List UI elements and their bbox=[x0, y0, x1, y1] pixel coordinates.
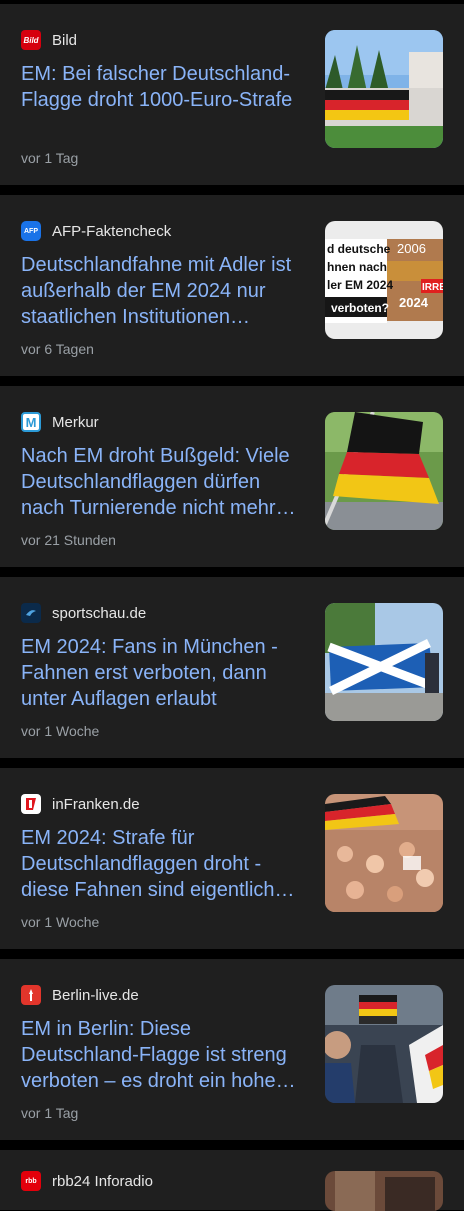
article-thumbnail[interactable] bbox=[325, 794, 443, 912]
news-card[interactable]: AFP AFP-Faktencheck Deutschlandfahne mit… bbox=[0, 195, 464, 376]
source-row: Berlin-live.de bbox=[21, 985, 139, 1005]
timestamp: vor 1 Woche bbox=[21, 914, 100, 930]
collage-year: 2006 bbox=[397, 241, 426, 256]
news-card[interactable]: inFranken.de EM 2024: Strafe für Deutsch… bbox=[0, 768, 464, 949]
merkur-logo-icon: M bbox=[21, 412, 41, 432]
rbb-logo-icon: rbb bbox=[21, 1171, 41, 1191]
flag-on-fence-photo bbox=[325, 30, 443, 148]
source-name: inFranken.de bbox=[52, 795, 140, 813]
source-row: AFP AFP-Faktencheck bbox=[21, 221, 171, 241]
collage-text-line: hnen nach bbox=[327, 260, 387, 274]
infranken-logo-icon bbox=[21, 794, 41, 814]
source-name: sportschau.de bbox=[52, 604, 147, 622]
source-row: Bild Bild bbox=[21, 30, 77, 50]
source-name: AFP-Faktencheck bbox=[52, 222, 172, 240]
headline-link[interactable]: EM in Berlin: Diese Deutschland-Flagge i… bbox=[21, 1016, 306, 1094]
news-card[interactable]: Berlin-live.de EM in Berlin: Diese Deuts… bbox=[0, 959, 464, 1140]
source-name: rbb24 Inforadio bbox=[52, 1172, 153, 1190]
source-row: inFranken.de bbox=[21, 794, 140, 814]
news-card[interactable]: sportschau.de EM 2024: Fans in München -… bbox=[0, 577, 464, 758]
headline-link[interactable]: EM: Bei falscher Deutschland-Flagge droh… bbox=[21, 61, 306, 113]
source-row: rbb rbb24 Inforadio bbox=[21, 1171, 153, 1191]
crowd-photo bbox=[325, 794, 443, 912]
source-name: Berlin-live.de bbox=[52, 986, 139, 1004]
collage-text-line: ler EM 2024 bbox=[327, 278, 393, 292]
collage-stamp: IRRE bbox=[422, 282, 443, 293]
collage-year: 2024 bbox=[399, 295, 429, 310]
scotland-flag-photo bbox=[325, 603, 443, 721]
german-flag-photo bbox=[325, 412, 443, 530]
article-thumbnail[interactable] bbox=[325, 30, 443, 148]
headline-link[interactable]: EM 2024: Strafe für Deutschlandflaggen d… bbox=[21, 825, 306, 903]
factcheck-collage: d deutsche hnen nach ler EM 2024 verbote… bbox=[325, 221, 443, 339]
headline-link[interactable]: EM 2024: Fans in München - Fahnen erst v… bbox=[21, 634, 306, 712]
source-name: Bild bbox=[52, 31, 78, 49]
article-thumbnail[interactable] bbox=[325, 412, 443, 530]
collage-text-line: verboten? bbox=[331, 301, 389, 315]
news-feed: Bild Bild EM: Bei falscher Deutschland-F… bbox=[0, 0, 464, 1211]
timestamp: vor 1 Tag bbox=[21, 1105, 79, 1121]
afp-logo-icon: AFP bbox=[21, 221, 41, 241]
source-row: M Merkur bbox=[21, 412, 99, 432]
timestamp: vor 1 Woche bbox=[21, 723, 100, 739]
berlin-live-logo-icon bbox=[21, 985, 41, 1005]
bild-logo-icon: Bild bbox=[21, 30, 41, 50]
source-name: Merkur bbox=[52, 413, 99, 431]
sportschau-logo-icon bbox=[21, 603, 41, 623]
news-card[interactable]: Bild Bild EM: Bei falscher Deutschland-F… bbox=[0, 4, 464, 185]
partial-photo bbox=[325, 1171, 443, 1211]
timestamp: vor 1 Tag bbox=[21, 150, 79, 166]
article-thumbnail[interactable] bbox=[325, 603, 443, 721]
timestamp: vor 21 Stunden bbox=[21, 532, 116, 548]
fans-photo bbox=[325, 985, 443, 1103]
news-card[interactable]: rbb rbb24 Inforadio bbox=[0, 1150, 464, 1211]
article-thumbnail[interactable] bbox=[325, 1171, 443, 1211]
timestamp: vor 6 Tagen bbox=[21, 341, 94, 357]
source-row: sportschau.de bbox=[21, 603, 146, 623]
headline-link[interactable]: Nach EM droht Bußgeld: Viele Deutschland… bbox=[21, 443, 306, 521]
article-thumbnail[interactable]: d deutsche hnen nach ler EM 2024 verbote… bbox=[325, 221, 443, 339]
collage-text-line: d deutsche bbox=[327, 242, 391, 256]
headline-link[interactable]: Deutschlandfahne mit Adler ist außerhalb… bbox=[21, 252, 306, 330]
news-card[interactable]: M Merkur Nach EM droht Bußgeld: Viele De… bbox=[0, 386, 464, 567]
article-thumbnail[interactable] bbox=[325, 985, 443, 1103]
